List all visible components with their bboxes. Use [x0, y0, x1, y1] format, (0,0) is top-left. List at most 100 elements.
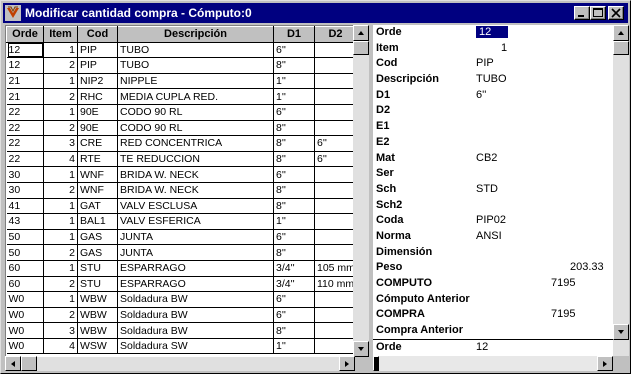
cell-cod[interactable]: STU [77, 276, 118, 293]
cell-cod[interactable]: GAT [77, 198, 118, 215]
cell-d1[interactable]: 8'' [273, 57, 315, 74]
table-row[interactable]: 22 4 RTE TE REDUCCION 8'' 6'' [6, 151, 355, 168]
cell-descripcion[interactable]: JUNTA [117, 229, 274, 246]
close-button[interactable] [608, 6, 624, 20]
cell-d1[interactable]: 8'' [273, 182, 315, 199]
cell-orde[interactable]: 12 [6, 57, 44, 74]
cell-descripcion[interactable]: JUNTA [117, 244, 274, 261]
cell-descripcion[interactable]: ESPARRAGO [117, 260, 274, 277]
cell-orde[interactable]: W0 [6, 338, 44, 355]
cell-descripcion[interactable]: BRIDA W. NECK [117, 182, 274, 199]
col-header-cod[interactable]: Cod [77, 26, 118, 43]
cell-orde[interactable]: 21 [6, 73, 44, 90]
cell-item[interactable]: 2 [43, 307, 78, 324]
cell-descripcion[interactable]: MEDIA CUPLA RED. [117, 88, 274, 105]
cell-cod[interactable]: GAS [77, 229, 118, 246]
cell-item[interactable]: 2 [43, 182, 78, 199]
cell-descripcion[interactable]: CODO 90 RL [117, 104, 274, 121]
scroll-right-button[interactable] [339, 356, 355, 371]
cell-cod[interactable]: NIP2 [77, 73, 118, 90]
cell-orde[interactable]: 12 [6, 42, 44, 59]
detail-scroll-thumb[interactable] [613, 41, 629, 55]
cell-d2[interactable] [314, 42, 355, 59]
cell-d1[interactable]: 6'' [273, 307, 315, 324]
cell-d2[interactable]: 6'' [314, 151, 355, 168]
table-row[interactable]: 21 1 NIP2 NIPPLE 1'' [6, 73, 355, 90]
cell-d1[interactable]: 8'' [273, 151, 315, 168]
scroll-left-button[interactable] [5, 356, 21, 371]
cell-d2[interactable] [314, 244, 355, 261]
cell-d2[interactable] [314, 213, 355, 230]
cell-descripcion[interactable]: TUBO [117, 42, 274, 59]
detail-scroll-down-button[interactable] [613, 324, 629, 340]
cell-orde[interactable]: 50 [6, 229, 44, 246]
cell-cod[interactable]: WSW [77, 338, 118, 355]
table-row[interactable]: 12 2 PIP TUBO 8'' [6, 57, 355, 74]
cell-item[interactable]: 2 [43, 88, 78, 105]
field-value[interactable]: 12 [476, 26, 508, 38]
field-value[interactable]: 6'' [476, 89, 486, 101]
cell-item[interactable]: 1 [43, 260, 78, 277]
items-grid[interactable]: Orde Item Cod Descripción D1 D2 12 1 PIP TU… [5, 25, 355, 357]
cell-orde[interactable]: W0 [6, 291, 44, 308]
cell-d1[interactable]: 8'' [273, 322, 315, 339]
cell-d2[interactable] [314, 322, 355, 339]
table-row[interactable]: W0 4 WSW Soldadura SW 1'' [6, 338, 355, 355]
field-value[interactable]: PIP [476, 57, 494, 69]
col-header-d2[interactable]: D2 [314, 26, 355, 43]
table-row[interactable]: 22 1 90E CODO 90 RL 6'' [6, 104, 355, 121]
cell-item[interactable]: 2 [43, 57, 78, 74]
table-row[interactable]: 22 2 90E CODO 90 RL 8'' [6, 120, 355, 137]
cell-descripcion[interactable]: Soldadura BW [117, 307, 274, 324]
field-value[interactable]: 203.33 [570, 261, 604, 273]
detail-scroll-up-button[interactable] [613, 25, 629, 41]
cell-d2[interactable] [314, 307, 355, 324]
cell-d1[interactable]: 8'' [273, 135, 315, 152]
grid-horizontal-scrollbar[interactable] [5, 356, 355, 371]
cell-d2[interactable] [314, 182, 355, 199]
cell-d2[interactable] [314, 198, 355, 215]
cell-d1[interactable]: 6'' [273, 42, 315, 59]
cell-orde[interactable]: 30 [6, 166, 44, 183]
cell-d1[interactable]: 3/4'' [273, 276, 315, 293]
cell-item[interactable]: 1 [43, 229, 78, 246]
cell-d1[interactable]: 1'' [273, 73, 315, 90]
cell-d1[interactable]: 8'' [273, 198, 315, 215]
table-row[interactable]: 60 2 STU ESPARRAGO 3/4'' 110 mm [6, 276, 355, 293]
cell-cod[interactable]: WNF [77, 182, 118, 199]
col-header-descripcion[interactable]: Descripción [117, 26, 274, 43]
cell-orde[interactable]: W0 [6, 322, 44, 339]
cell-item[interactable]: 1 [43, 213, 78, 230]
scroll-up-button[interactable] [353, 25, 369, 41]
cell-cod[interactable]: WBW [77, 291, 118, 308]
hscroll-thumb[interactable] [21, 356, 37, 371]
field-value[interactable]: STD [476, 183, 498, 195]
table-row[interactable]: 43 1 BAL1 VALV ESFERICA 1'' [6, 213, 355, 230]
detail-scroll-right-button[interactable] [597, 356, 613, 371]
table-row[interactable]: 50 1 GAS JUNTA 6'' [6, 229, 355, 246]
cell-cod[interactable]: WNF [77, 166, 118, 183]
field-value[interactable]: 7195 [551, 277, 575, 289]
cell-d2[interactable] [314, 120, 355, 137]
cell-descripcion[interactable]: RED CONCENTRICA [117, 135, 274, 152]
grid-vertical-scrollbar[interactable] [353, 25, 369, 357]
cell-orde[interactable]: 22 [6, 135, 44, 152]
table-row[interactable]: W0 2 WBW Soldadura BW 6'' [6, 307, 355, 324]
cell-cod[interactable]: STU [77, 260, 118, 277]
table-row[interactable]: 12 1 PIP TUBO 6'' [6, 42, 355, 59]
detail-horizontal-scrollbar[interactable] [373, 356, 613, 371]
cell-item[interactable]: 3 [43, 322, 78, 339]
cell-descripcion[interactable]: TE REDUCCION [117, 151, 274, 168]
cell-descripcion[interactable]: Soldadura BW [117, 291, 274, 308]
cell-item[interactable]: 1 [43, 291, 78, 308]
cell-item[interactable]: 4 [43, 338, 78, 355]
field-value[interactable]: ANSI [476, 230, 502, 242]
cell-orde[interactable]: W0 [6, 307, 44, 324]
cell-d2[interactable] [314, 73, 355, 90]
col-header-d1[interactable]: D1 [273, 26, 315, 43]
cell-d2[interactable]: 105 mm [314, 260, 355, 277]
cell-item[interactable]: 3 [43, 135, 78, 152]
cell-item[interactable]: 2 [43, 120, 78, 137]
cell-d1[interactable]: 8'' [273, 244, 315, 261]
cell-descripcion[interactable]: ESPARRAGO [117, 276, 274, 293]
